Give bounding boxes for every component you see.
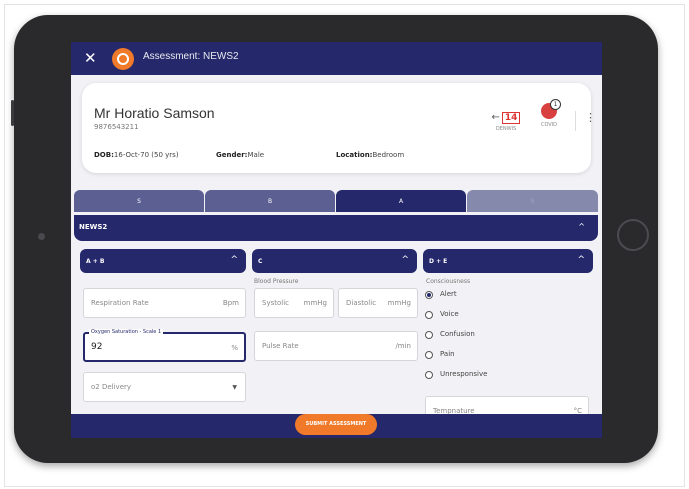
patient-dob: DOB:16-Oct-70 (50 yrs) — [94, 151, 179, 159]
chevron-up-icon[interactable]: ^ — [578, 222, 585, 231]
news2-title: NEWS2 — [79, 223, 108, 231]
covid-status[interactable]: 1 COVID — [534, 99, 564, 128]
section-de-title: D + E — [429, 258, 448, 265]
tablet-side-button — [11, 100, 14, 126]
respiration-rate-unit: Bpm — [222, 299, 239, 307]
respiration-rate-placeholder: Respiration Rate — [91, 299, 149, 307]
tab-b[interactable]: B — [205, 190, 335, 212]
sbar-tabs: S B A R — [74, 190, 598, 212]
tab-r[interactable]: R — [467, 190, 598, 212]
radio-dot — [425, 291, 433, 299]
kebab-menu-icon[interactable]: ⋮ — [575, 111, 596, 131]
systolic-field[interactable]: Systolic mmHg — [254, 288, 334, 318]
radio-alert-label: Alert — [440, 290, 457, 298]
respiration-rate-field[interactable]: Respiration Rate Bpm — [83, 288, 246, 318]
section-c-header[interactable]: C ^ — [252, 249, 417, 273]
diastolic-placeholder: Diastolic — [346, 299, 377, 307]
patient-name: Mr Horatio Samson — [94, 105, 215, 121]
top-bar: ✕ Assessment: NEWS2 — [71, 42, 602, 75]
patient-location: Location:Bedroom — [336, 151, 405, 159]
oxygen-saturation-unit: % — [231, 344, 238, 352]
section-de-header[interactable]: D + E ^ — [423, 249, 593, 273]
radio-dot — [425, 371, 433, 379]
oxygen-saturation-value: 92 — [91, 342, 103, 352]
consciousness-label: Consciousness — [426, 278, 471, 285]
chevron-up-icon[interactable]: ^ — [577, 255, 585, 265]
systolic-placeholder: Systolic — [262, 299, 289, 307]
covid-badge: 1 — [550, 99, 561, 110]
section-ab-title: A + B — [86, 258, 105, 265]
tablet-home-button[interactable] — [617, 219, 649, 251]
tab-a[interactable]: A — [336, 190, 466, 212]
pulse-rate-field[interactable]: Pulse Rate /min — [254, 331, 418, 361]
pulse-rate-unit: /min — [395, 342, 411, 350]
radio-dot — [425, 351, 433, 359]
covid-label: COVID — [540, 122, 558, 128]
tablet-camera — [38, 233, 45, 240]
section-ab-header[interactable]: A + B ^ — [80, 249, 246, 273]
o2-delivery-placeholder: o2 Delivery — [91, 383, 132, 391]
pulse-rate-placeholder: Pulse Rate — [262, 342, 299, 350]
diastolic-unit: mmHg — [387, 299, 411, 307]
radio-unresponsive-label: Unresponsive — [440, 370, 488, 378]
app-screen: ✕ Assessment: NEWS2 Mr Horatio Samson 98… — [71, 42, 602, 438]
close-icon[interactable]: ✕ — [84, 48, 97, 68]
arrow-left-icon: ← — [491, 112, 500, 123]
oxygen-saturation-field[interactable]: Oxygen Saturation - Scale 1 92 % — [83, 329, 246, 362]
o2-delivery-select[interactable]: o2 Delivery ▼ — [83, 372, 246, 402]
blood-pressure-label: Blood Pressure — [254, 278, 299, 285]
denwis-score[interactable]: ← 14 DENWIS — [488, 105, 524, 132]
tab-s[interactable]: S — [74, 190, 204, 212]
news2-header[interactable]: NEWS2 ^ — [74, 215, 598, 241]
logo-icon — [112, 48, 134, 70]
denwis-count: 14 — [501, 112, 521, 124]
systolic-unit: mmHg — [303, 299, 327, 307]
patient-id: 9876543211 — [94, 123, 139, 131]
radio-confusion-label: Confusion — [440, 330, 475, 338]
oxygen-saturation-label: Oxygen Saturation - Scale 1 — [89, 329, 164, 335]
diastolic-field[interactable]: Diastolic mmHg — [338, 288, 418, 318]
chevron-up-icon[interactable]: ^ — [230, 255, 238, 265]
radio-pain-label: Pain — [440, 350, 455, 358]
page-title: Assessment: NEWS2 — [143, 51, 239, 62]
chevron-up-icon[interactable]: ^ — [401, 255, 409, 265]
patient-card: Mr Horatio Samson 9876543211 DOB:16-Oct-… — [82, 83, 596, 173]
radio-voice-label: Voice — [440, 310, 459, 318]
section-c-title: C — [258, 258, 263, 265]
radio-dot — [425, 311, 433, 319]
patient-gender: Gender:Male — [216, 151, 265, 159]
virus-icon: 1 — [541, 99, 561, 119]
radio-dot — [425, 331, 433, 339]
submit-assessment-button[interactable]: SUBMIT ASSESSMENT — [295, 414, 377, 435]
dropdown-caret-icon: ▼ — [232, 384, 237, 391]
denwis-label: DENWIS — [495, 126, 517, 132]
